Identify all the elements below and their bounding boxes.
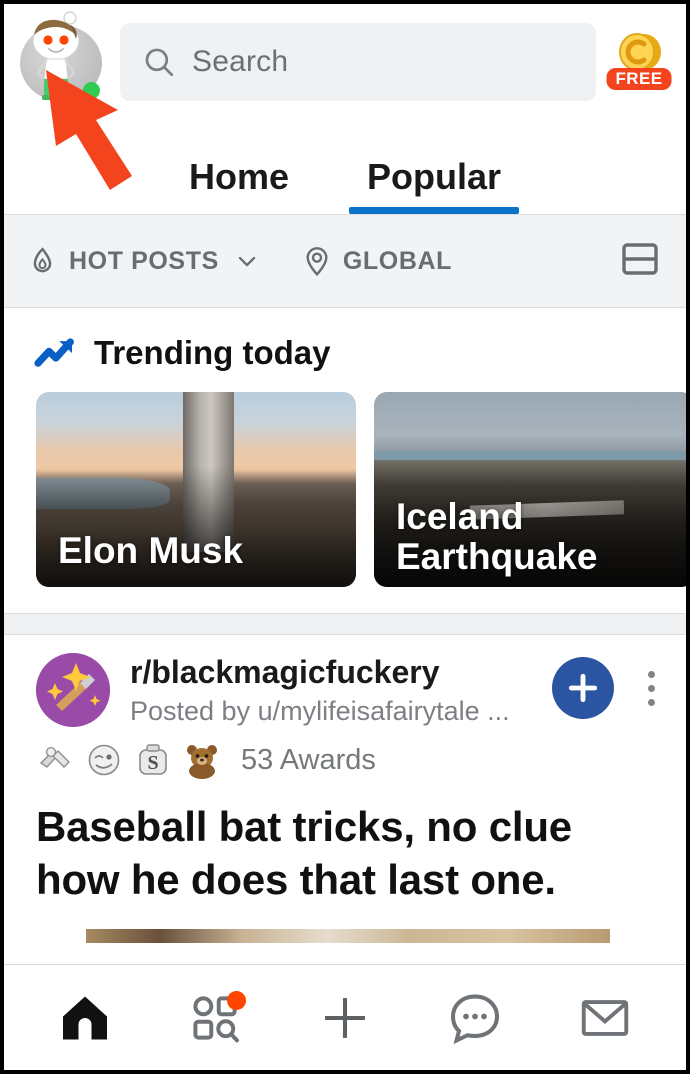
post-author-line: Posted by u/mylifeisafairytale ... <box>130 695 510 726</box>
nav-home[interactable] <box>40 978 130 1058</box>
award-silver-arms-icon <box>39 747 70 769</box>
chevron-down-icon <box>238 256 256 267</box>
card-view-icon <box>622 242 658 275</box>
kebab-dot <box>647 671 655 678</box>
tab-home[interactable]: Home <box>167 156 311 214</box>
feed-filter-bar: HOT POSTS GLOBAL <box>4 214 686 308</box>
award-bear-icon <box>187 745 217 780</box>
app-header: Search FREE <box>4 4 686 120</box>
tab-popular[interactable]: Popular <box>345 156 523 214</box>
coins-button[interactable]: FREE <box>602 22 676 102</box>
region-selector[interactable]: GLOBAL <box>301 245 452 277</box>
post-image[interactable] <box>86 929 610 944</box>
trending-title: Trending today <box>94 334 331 371</box>
magic-wand-icon <box>36 653 110 727</box>
trending-card-label: Elon Musk <box>58 530 244 572</box>
inbox-envelope-icon <box>581 999 629 1036</box>
feed-tabs: Home Popular <box>4 120 686 214</box>
nav-create-post[interactable] <box>300 978 390 1058</box>
plus-icon <box>325 997 365 1038</box>
trending-cards: Elon Musk Iceland Earthquake <box>4 392 686 613</box>
flame-icon <box>33 246 52 272</box>
layout-toggle-button[interactable] <box>616 235 664 288</box>
trending-card-label: Iceland Earthquake <box>396 497 680 577</box>
online-status-dot <box>83 82 100 99</box>
awards-count-label: 53 Awards <box>241 743 376 776</box>
post-awards[interactable]: S 53 Awards <box>4 727 686 780</box>
post-title[interactable]: Baseball bat tricks, no clue how he does… <box>4 779 686 907</box>
svg-text:S: S <box>147 752 158 774</box>
trending-up-icon <box>34 338 74 367</box>
location-pin-icon <box>306 247 328 277</box>
discover-notification-badge <box>227 990 246 1010</box>
post-overflow-menu[interactable] <box>634 671 668 706</box>
sort-label: HOT POSTS <box>69 246 219 275</box>
trending-card-iceland-earthquake[interactable]: Iceland Earthquake <box>374 392 686 587</box>
home-icon <box>63 996 107 1039</box>
trending-card-elon-musk[interactable]: Elon Musk <box>36 392 356 587</box>
app-window: Search FREE Home Popular HOT POSTS GLOBA… <box>0 0 690 1074</box>
trending-card-label-line1: Iceland <box>396 496 524 538</box>
sort-selector[interactable]: HOT POSTS <box>26 245 261 278</box>
award-silver-s-icon: S <box>139 744 167 776</box>
nav-chat[interactable] <box>430 978 520 1058</box>
coin-free-badge: FREE <box>606 68 672 90</box>
chat-bubble-icon <box>450 993 500 1044</box>
subreddit-avatar[interactable] <box>36 653 110 727</box>
region-label: GLOBAL <box>342 246 453 275</box>
post-meta: r/blackmagicfuckery Posted by u/mylifeis… <box>130 653 532 727</box>
section-divider <box>4 613 686 635</box>
search-input[interactable]: Search <box>120 23 596 101</box>
search-icon <box>145 48 174 77</box>
tab-home-label: Home <box>188 156 289 197</box>
post-card: r/blackmagicfuckery Posted by u/mylifeis… <box>4 635 686 944</box>
award-silver-face-icon <box>88 744 120 776</box>
trending-header: Trending today <box>4 308 686 392</box>
join-subreddit-button[interactable] <box>552 657 614 719</box>
tab-popular-label: Popular <box>367 156 502 197</box>
kebab-dot <box>647 685 655 692</box>
search-placeholder: Search <box>192 45 289 78</box>
plus-icon <box>568 673 598 703</box>
nav-inbox[interactable] <box>560 978 650 1058</box>
kebab-dot <box>647 699 655 706</box>
tab-active-underline <box>349 207 520 214</box>
subreddit-name[interactable]: r/blackmagicfuckery <box>130 654 532 691</box>
post-header: r/blackmagicfuckery Posted by u/mylifeis… <box>4 653 686 727</box>
avatar[interactable] <box>18 11 104 105</box>
nav-discover[interactable] <box>170 978 260 1058</box>
bottom-navigation <box>4 964 686 1070</box>
trending-card-label-line2: Earthquake <box>396 536 598 578</box>
